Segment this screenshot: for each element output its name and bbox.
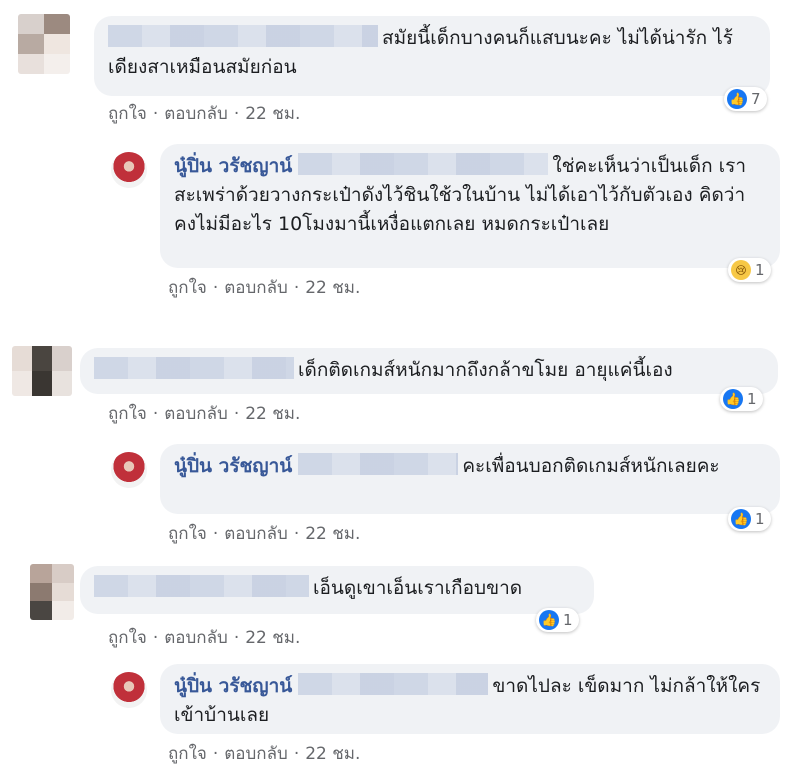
comment-text: เด็กติดเกมส์หนักมากถึงกล้าขโมย อายุแค่นี… xyxy=(298,359,673,381)
timestamp[interactable]: 22 ชม. xyxy=(305,524,360,544)
separator: · xyxy=(152,104,159,124)
reply-link[interactable]: ตอบกลับ xyxy=(164,404,228,424)
timestamp[interactable]: 22 ชม. xyxy=(245,104,300,124)
separator: · xyxy=(152,404,159,424)
author-name[interactable]: นู๋ปิ่น วรัชญาน์ xyxy=(174,155,292,177)
avatar[interactable] xyxy=(18,14,70,74)
comment-actions: ถูกใจ · ตอบกลับ · 22 ชม. xyxy=(168,520,360,547)
timestamp[interactable]: 22 ชม. xyxy=(305,744,360,764)
reply-link[interactable]: ตอบกลับ xyxy=(224,744,288,764)
separator: · xyxy=(212,744,219,764)
avatar[interactable] xyxy=(111,672,147,708)
separator: · xyxy=(233,104,240,124)
comment-actions: ถูกใจ · ตอบกลับ · 22 ชม. xyxy=(108,400,300,427)
avatar[interactable] xyxy=(111,152,147,188)
reply-link[interactable]: ตอบกลับ xyxy=(224,524,288,544)
reply-link[interactable]: ตอบกลับ xyxy=(224,278,288,298)
like-icon: 👍 xyxy=(723,389,743,409)
reaction-count: 7 xyxy=(751,90,761,108)
comment-actions: ถูกใจ · ตอบกลับ · 22 ชม. xyxy=(108,100,300,127)
author-name[interactable]: นู๋ปิ่น วรัชญาน์ xyxy=(174,455,292,477)
comment-bubble: นู๋ปิ่น วรัชญาน์ ขาดไปละ เข็ดมาก ไม่กล้า… xyxy=(160,664,780,734)
comment-bubble: สมัยนี้เด็กบางคนก็แสบนะคะ ไม่ได้น่ารัก ไ… xyxy=(94,16,770,96)
reaction-badge[interactable]: 😢 1 xyxy=(728,258,771,282)
comment-text: เอ็นดูเขาเอ็นเราเกือบขาด xyxy=(313,577,523,599)
sad-icon: 😢 xyxy=(731,260,751,280)
blurred-name xyxy=(298,453,459,475)
reaction-badge[interactable]: 👍 1 xyxy=(728,507,771,531)
reaction-count: 1 xyxy=(755,261,765,279)
comment-actions: ถูกใจ · ตอบกลับ · 22 ชม. xyxy=(168,274,360,301)
author-name[interactable]: นู๋ปิ่น วรัชญาน์ xyxy=(174,675,292,697)
avatar[interactable] xyxy=(12,346,72,396)
separator: · xyxy=(293,278,300,298)
blurred-name xyxy=(94,575,309,597)
timestamp[interactable]: 22 ชม. xyxy=(245,404,300,424)
reaction-count: 1 xyxy=(747,390,757,408)
blurred-name xyxy=(108,25,378,47)
comment-text: คะเพื่อนบอกติดเกมส์หนักเลยคะ xyxy=(462,455,720,477)
like-link[interactable]: ถูกใจ xyxy=(108,104,147,124)
avatar[interactable] xyxy=(111,452,147,488)
timestamp[interactable]: 22 ชม. xyxy=(245,628,300,648)
timestamp[interactable]: 22 ชม. xyxy=(305,278,360,298)
like-link[interactable]: ถูกใจ xyxy=(168,744,207,764)
reply-link[interactable]: ตอบกลับ xyxy=(164,628,228,648)
like-icon: 👍 xyxy=(727,89,747,109)
like-link[interactable]: ถูกใจ xyxy=(168,524,207,544)
separator: · xyxy=(152,628,159,648)
like-link[interactable]: ถูกใจ xyxy=(108,404,147,424)
comment-bubble: นู๋ปิ่น วรัชญาน์ ใช่คะเห็นว่าเป็นเด็ก เร… xyxy=(160,144,780,268)
avatar[interactable] xyxy=(30,564,74,620)
separator: · xyxy=(233,628,240,648)
separator: · xyxy=(293,744,300,764)
blurred-name xyxy=(298,153,549,175)
separator: · xyxy=(233,404,240,424)
comment-bubble: นู๋ปิ่น วรัชญาน์ คะเพื่อนบอกติดเกมส์หนัก… xyxy=(160,444,780,514)
like-icon: 👍 xyxy=(731,509,751,529)
comment-bubble: เอ็นดูเขาเอ็นเราเกือบขาด xyxy=(80,566,594,614)
comment-actions: ถูกใจ · ตอบกลับ · 22 ชม. xyxy=(108,624,300,651)
like-icon: 👍 xyxy=(539,610,559,630)
reaction-count: 1 xyxy=(563,611,573,629)
reaction-badge[interactable]: 👍 1 xyxy=(720,387,763,411)
separator: · xyxy=(212,524,219,544)
separator: · xyxy=(212,278,219,298)
separator: · xyxy=(293,524,300,544)
like-link[interactable]: ถูกใจ xyxy=(108,628,147,648)
blurred-name xyxy=(298,673,489,695)
blurred-name xyxy=(94,357,294,379)
comment-actions: ถูกใจ · ตอบกลับ · 22 ชม. xyxy=(168,740,360,767)
reaction-badge[interactable]: 👍 1 xyxy=(536,608,579,632)
reaction-count: 1 xyxy=(755,510,765,528)
reaction-badge[interactable]: 👍 7 xyxy=(724,87,767,111)
comment-bubble: เด็กติดเกมส์หนักมากถึงกล้าขโมย อายุแค่นี… xyxy=(80,348,778,394)
like-link[interactable]: ถูกใจ xyxy=(168,278,207,298)
reply-link[interactable]: ตอบกลับ xyxy=(164,104,228,124)
